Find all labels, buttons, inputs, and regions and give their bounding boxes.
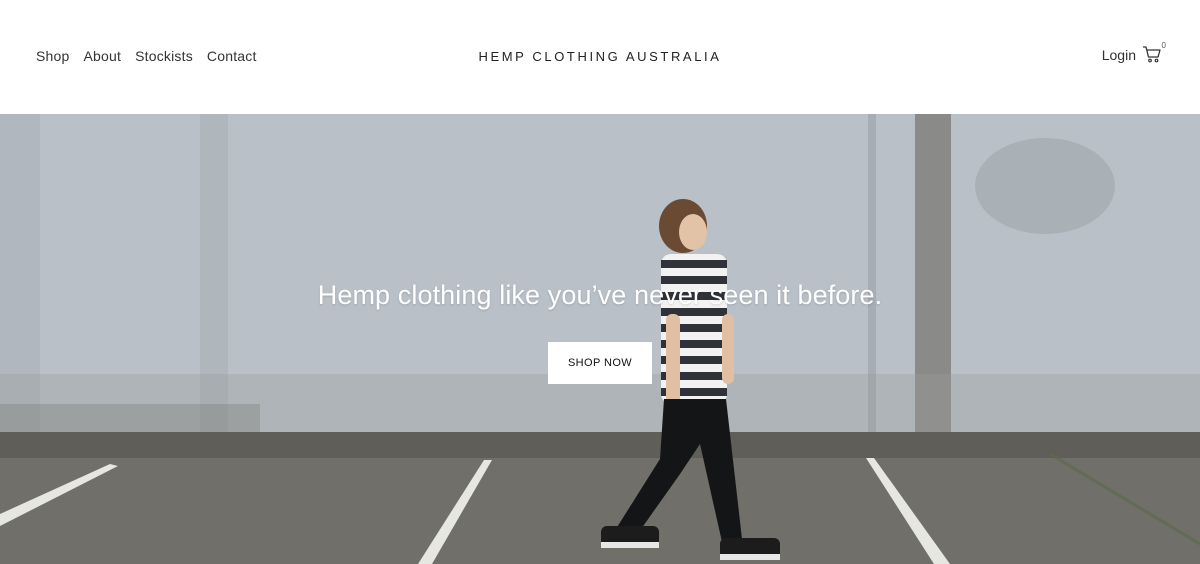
shopping-cart-icon: [1143, 46, 1161, 63]
site-header: Shop About Stockists Contact HEMP CLOTHI…: [0, 0, 1200, 114]
hero-banner: Hemp clothing like you’ve never seen it …: [0, 114, 1200, 564]
account-nav: Login 0: [1102, 41, 1166, 66]
hero-headline: Hemp clothing like you’ve never seen it …: [317, 280, 883, 310]
brand-logo: HEMP CLOTHING AUSTRALIA: [0, 49, 1200, 64]
hero-photo: [0, 114, 1200, 564]
login-link[interactable]: Login: [1102, 47, 1136, 63]
cart-count: 0: [1161, 41, 1166, 50]
shop-now-button[interactable]: SHOP NOW: [548, 342, 652, 384]
brand-name[interactable]: HEMP CLOTHING AUSTRALIA: [478, 49, 721, 64]
cart-button[interactable]: 0: [1142, 41, 1166, 66]
